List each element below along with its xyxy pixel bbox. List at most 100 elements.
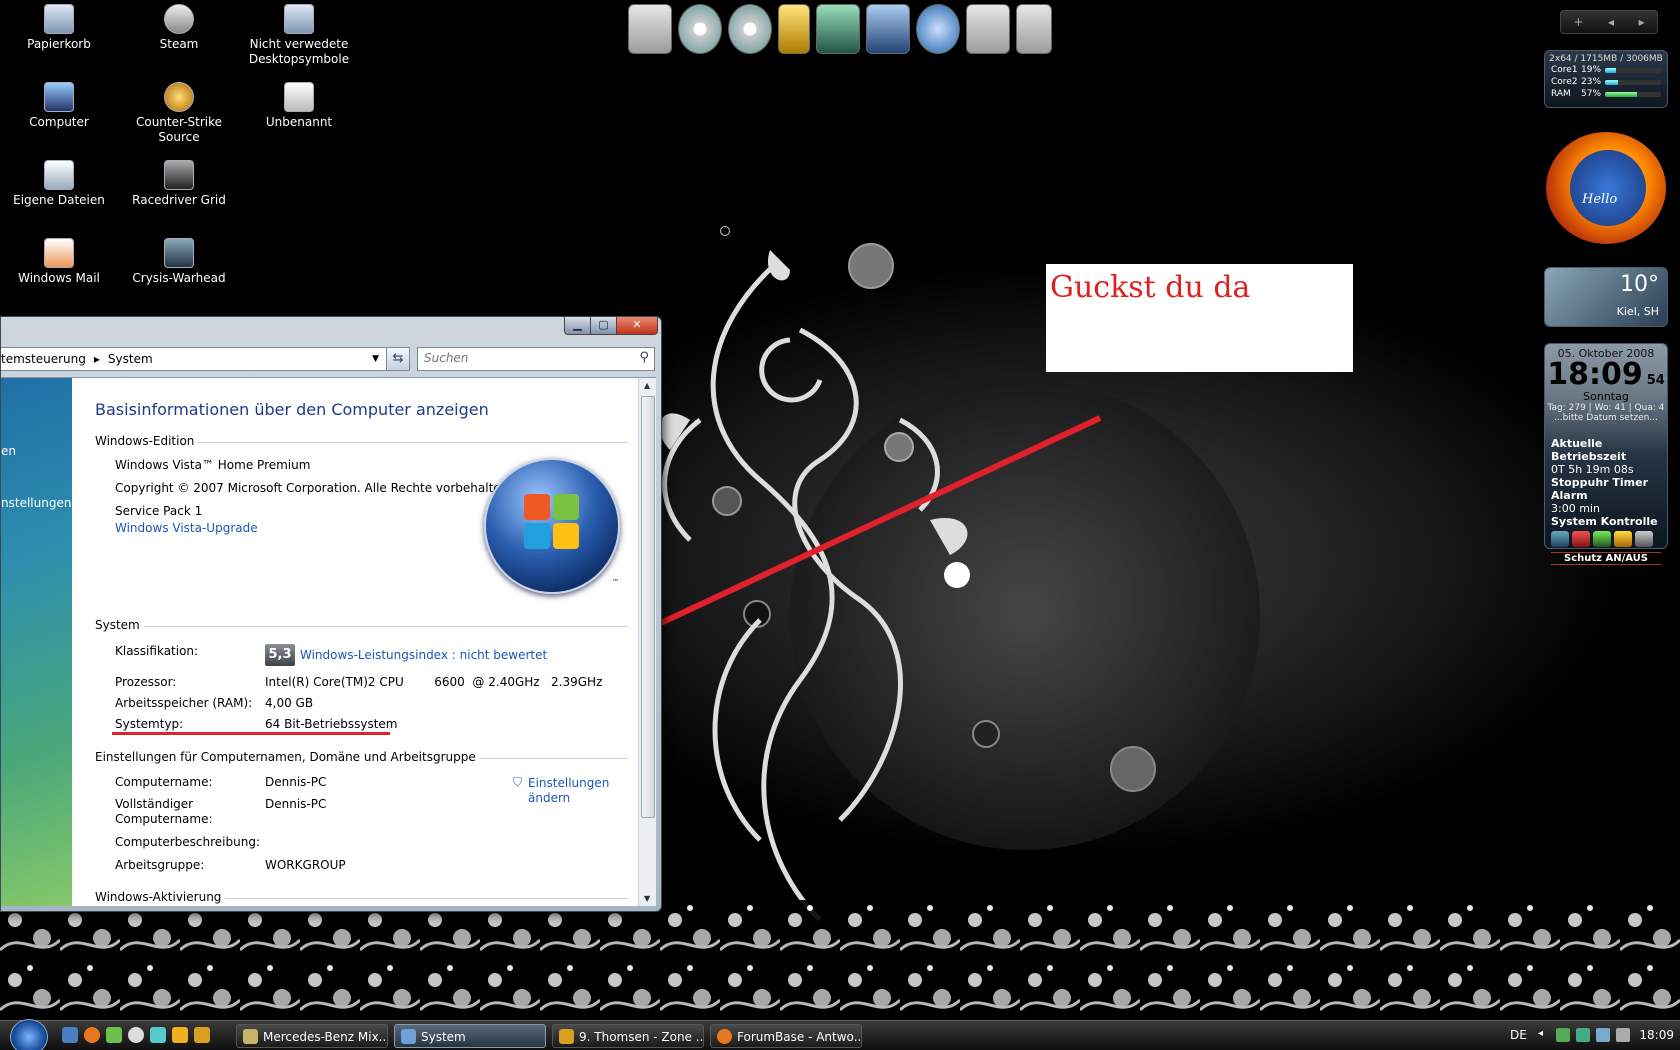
power-icon[interactable] [1551,531,1569,547]
volume-icon[interactable] [1616,1028,1630,1042]
desktop-icon-label: Racedriver Grid [132,193,226,207]
desktop-icon-documents[interactable]: Eigene Dateien [4,160,114,208]
protect-toggle[interactable]: Schutz AN/AUS [1551,552,1661,565]
system-control-label: System Kontrolle [1551,515,1658,528]
breadcrumb-control-panel[interactable]: temsteuerung [1,352,86,366]
desktop-icon-label: Computer [29,115,89,129]
desktop-icon-windows-mail[interactable]: Windows Mail [4,238,114,286]
meter-label: Core1 [1551,65,1578,75]
messenger-icon[interactable] [150,1027,166,1043]
recycle-bin-icon [44,4,74,34]
lock-icon[interactable] [1614,531,1632,547]
logoff-icon[interactable] [1635,531,1653,547]
taskbar-button[interactable]: System [394,1024,546,1048]
maximize-icon: ▢ [598,318,609,331]
scroll-up-icon[interactable]: ▲ [644,381,650,390]
winamp-icon[interactable] [194,1027,210,1043]
desktop-icon-unbenannt[interactable]: Unbenannt [244,82,354,130]
address-bar[interactable]: temsteuerung ▸ System ▼ [1,347,410,371]
network-globe-icon[interactable] [916,4,960,54]
start-button[interactable] [10,1019,48,1050]
desktop-icon-unused-shortcuts[interactable]: Nicht verwedete Desktopsymbole [244,4,354,67]
taskbar-button[interactable]: ForumBase - Antwo... [710,1024,862,1048]
scroll-down-icon[interactable]: ▼ [644,894,650,903]
task-link[interactable]: en [1,444,16,458]
firefox-clock-gadget[interactable]: Hello [1546,132,1666,244]
minimize-button[interactable]: ▁ [564,317,591,335]
network-icon[interactable] [1576,1028,1590,1042]
show-desktop-icon[interactable] [62,1027,78,1043]
ram-label: Arbeitsspeicher (RAM): [115,696,253,710]
restart-icon[interactable] [1593,531,1611,547]
desktop-icon-computer[interactable]: Computer [4,82,114,130]
logo-flag-yellow [553,523,579,549]
search-icon[interactable]: ⚲ [639,350,649,365]
workgroup-label: Arbeitsgruppe: [115,858,205,872]
game-icon [164,82,194,112]
breadcrumb-arrow-icon[interactable]: ▸ [94,352,100,366]
gadget-tray-icon[interactable] [1556,1028,1570,1042]
burn-disc-icon[interactable] [728,4,772,54]
media-player-icon[interactable] [172,1027,188,1043]
documents-icon [44,160,74,190]
taskbar: Mercedes-Benz Mix... System 9. Thomsen -… [0,1019,1680,1050]
taskbar-button[interactable]: 9. Thomsen - Zone ... [552,1024,704,1048]
scrollbar-thumb[interactable] [641,396,655,818]
performance-index-badge[interactable]: 5,3 [265,644,295,666]
section-divider [95,626,628,627]
firefox-icon[interactable] [84,1027,100,1043]
trophy-icon[interactable] [778,4,810,54]
computer-name-label: Computername: [115,775,213,789]
timer-value[interactable]: 3:00 min [1545,502,1667,515]
desktop-icon-steam[interactable]: Steam [124,4,234,52]
dvd-icon[interactable] [678,4,722,54]
maximize-button[interactable]: ▢ [590,317,617,335]
description-label: Computerbeschreibung: [115,835,260,849]
taskbar-clock[interactable]: 18:09 [1639,1028,1674,1042]
upgrade-link[interactable]: Windows Vista-Upgrade [115,521,258,535]
logo-trademark: ™ [612,578,619,586]
edition-name: Windows Vista™ Home Premium [115,458,311,472]
change-settings-link[interactable]: ändern [528,791,570,805]
steam-icon[interactable] [128,1027,144,1043]
ram-value: 4,00 GB [265,696,314,710]
desktop-icon-racedriver-grid[interactable]: Racedriver Grid [124,160,234,208]
breadcrumb-system[interactable]: System [108,352,153,366]
gadget-icon[interactable] [106,1027,122,1043]
system-window: ▁ ▢ ✕ temsteuerung ▸ System ▼ ⇆ ⚲ en nstel… [0,316,662,912]
chevron-left-icon[interactable]: ◂ [1538,1028,1552,1042]
recycle-bin-icon[interactable] [1016,4,1052,54]
taskbar-button[interactable]: Mercedes-Benz Mix... [236,1024,388,1048]
calendar-note[interactable]: ...bitte Datum setzen... [1545,413,1667,423]
window-titlebar[interactable]: ▁ ▢ ✕ [1,317,661,343]
add-gadget-icon[interactable]: + [1573,15,1583,29]
change-settings-link[interactable]: Einstellungen [528,776,609,790]
weather-gadget[interactable]: 10° Kiel, SH [1544,267,1668,327]
language-indicator[interactable]: DE [1510,1028,1527,1042]
task-link[interactable]: nstellungen [1,496,71,510]
vertical-scrollbar[interactable]: ▲ ▼ [638,378,656,906]
next-gadget-icon[interactable]: ▸ [1639,15,1645,29]
search-input[interactable] [418,348,630,368]
meter-label: Core2 [1551,77,1578,87]
refresh-button[interactable]: ⇆ [386,347,410,371]
chevron-down-icon[interactable]: ▼ [372,348,379,370]
refresh-icon: ⇆ [392,351,404,366]
desktop-icon-counter-strike[interactable]: Counter-Strike Source [124,82,234,145]
desktop-icon-recycle-bin[interactable]: Papierkorb [4,4,114,52]
shutdown-icon[interactable] [1572,531,1590,547]
system-tray: DE ◂ 18:09 [1440,1021,1680,1050]
previous-gadget-icon[interactable]: ◂ [1608,15,1614,29]
performance-index-link[interactable]: Windows-Leistungsindex : nicht bewertet [300,648,547,662]
security-icon[interactable] [1596,1028,1610,1042]
video-icon[interactable] [816,4,860,54]
taskbar-button-label: ForumBase - Antwo... [737,1030,862,1044]
desktop-icon-crysis-warhead[interactable]: Crysis-Warhead [124,238,234,286]
close-button[interactable]: ✕ [616,317,658,335]
tools-icon[interactable] [966,4,1010,54]
search-box[interactable]: ⚲ [417,347,655,371]
system-control-buttons [1545,528,1667,550]
display-settings-icon[interactable] [628,4,672,54]
logo-flag-red [524,494,550,520]
photo-icon[interactable] [866,4,910,54]
